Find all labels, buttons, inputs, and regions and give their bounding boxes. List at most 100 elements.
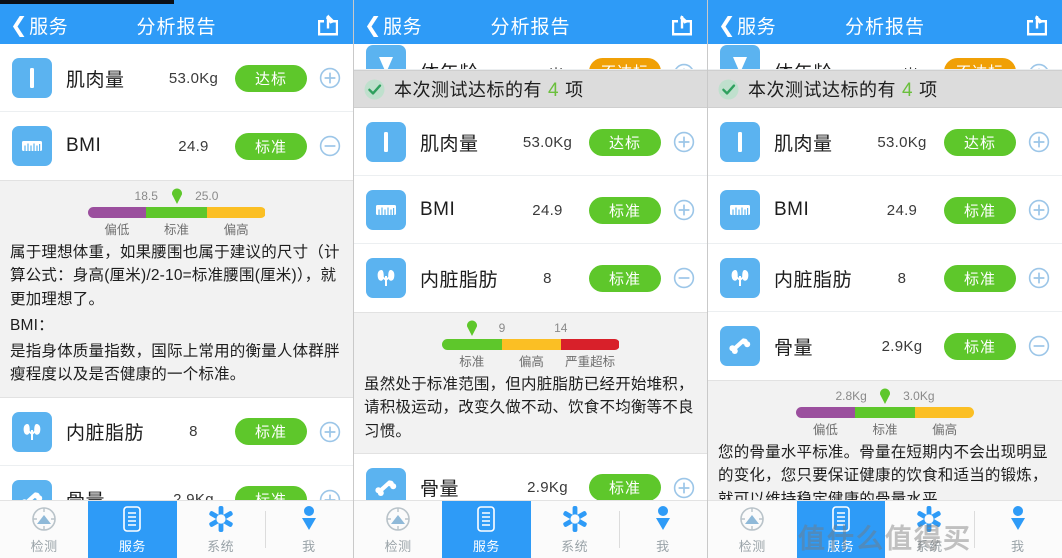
row-label: 肌肉量: [66, 69, 125, 91]
collapse-minus-button[interactable]: [1016, 335, 1050, 357]
row-label: 骨量: [774, 337, 814, 359]
tab-bar-1[interactable]: 检测 服务 系统 我: [0, 500, 353, 558]
summary-count: 4: [902, 80, 914, 101]
tab-system[interactable]: 系统: [885, 501, 974, 558]
status-badge: 标准: [589, 264, 661, 292]
collapse-minus-button[interactable]: [307, 135, 341, 157]
row-label: BMI: [774, 199, 810, 220]
tab-bar-3[interactable]: 检测 服务 系统 我: [708, 500, 1062, 558]
tab-system[interactable]: 系统: [177, 501, 265, 558]
row-muscle-3[interactable]: 肌肉量 53.0Kg 达标: [708, 108, 1062, 176]
row-label: 体年龄: [774, 58, 860, 70]
scale-labels: 偏低 标准 偏高: [796, 419, 974, 438]
report-list-2[interactable]: 体年龄 32岁 不达标 本次测试达标的有 4 项: [354, 44, 707, 558]
row-value: 24.9: [532, 201, 563, 219]
row-bone-3[interactable]: 骨量 2.9Kg 标准: [708, 312, 1062, 380]
muscle-icon: [366, 122, 406, 162]
row-bmi-2[interactable]: BMI 24.9 标准: [354, 176, 707, 244]
row-body-age-3[interactable]: 体年龄 32岁 不达标: [708, 44, 1062, 70]
gauge-icon: [31, 505, 57, 533]
plus-icon: [673, 477, 695, 498]
row-value: 32岁: [506, 64, 589, 70]
tab-label: 我: [656, 538, 670, 554]
tab-label: 系统: [207, 538, 235, 554]
expand-plus-button[interactable]: [307, 67, 341, 89]
tab-service[interactable]: 服务: [442, 501, 531, 558]
plus-icon: [319, 421, 341, 442]
tab-bar-2[interactable]: 检测 服务 系统 我: [354, 500, 707, 558]
tab-service[interactable]: 服务: [796, 501, 885, 558]
bmi-scale-icon: [720, 190, 760, 230]
nav-bar-1: ❮ 服务 分析报告: [0, 6, 353, 44]
gear-icon: [207, 505, 235, 533]
report-list-1[interactable]: 肌肉量 53.0Kg 达标 BMI 24.9 标准 18.5 25.0 偏低 标…: [0, 44, 353, 558]
expand-plus-button[interactable]: [661, 63, 695, 70]
row-visceral-1[interactable]: 内脏脂肪 8 标准: [0, 397, 353, 466]
row-muscle-2[interactable]: 肌肉量 53.0Kg 达标: [354, 108, 707, 176]
tab-detection[interactable]: 检测: [0, 501, 88, 558]
status-bar: [354, 0, 707, 6]
status-badge: 达标: [589, 128, 661, 156]
document-icon: [829, 505, 853, 533]
row-muscle-1[interactable]: 肌肉量 53.0Kg 达标: [0, 44, 353, 112]
row-visceral-3[interactable]: 内脏脂肪 8 标准: [708, 244, 1062, 312]
collapse-minus-button[interactable]: [661, 267, 695, 289]
scale-bar: [796, 407, 974, 418]
expand-plus-button[interactable]: [1016, 131, 1050, 153]
scale-tick: 14: [554, 321, 568, 335]
share-button-3[interactable]: [1022, 12, 1052, 38]
expand-plus-button[interactable]: [1016, 63, 1050, 70]
tab-detection[interactable]: 检测: [708, 501, 797, 558]
plus-icon: [1029, 63, 1049, 70]
summary-suffix: 项: [919, 80, 938, 100]
row-label: 骨量: [420, 479, 460, 501]
tab-detection[interactable]: 检测: [354, 501, 442, 558]
scale-tick: 9: [498, 321, 506, 335]
back-label: 服务: [737, 16, 777, 38]
range-scale-bmi: 18.5 25.0 偏低 标准 偏高: [87, 188, 266, 238]
expand-plus-button[interactable]: [661, 477, 695, 499]
tab-label: 检测: [30, 538, 58, 554]
row-body-age-2[interactable]: 体年龄 32岁 不达标: [354, 44, 707, 70]
tab-system[interactable]: 系统: [531, 501, 619, 558]
expand-plus-button[interactable]: [307, 421, 341, 443]
tab-service[interactable]: 服务: [88, 501, 177, 558]
row-visceral-2[interactable]: 内脏脂肪 8 标准: [354, 244, 707, 312]
tab-label: 服务: [827, 538, 855, 554]
kidneys-icon: [12, 411, 52, 452]
scale-label: 严重超标: [565, 355, 616, 369]
row-bmi-3[interactable]: BMI 24.9 标准: [708, 176, 1062, 244]
back-button-3[interactable]: ❮ 服务: [718, 12, 776, 39]
bmi-scale-icon: [366, 190, 406, 230]
back-button-2[interactable]: ❮ 服务: [364, 12, 422, 39]
row-value: 53.0Kg: [877, 133, 927, 151]
row-value: 53.0Kg: [168, 69, 219, 87]
scale-label: 标准: [459, 355, 485, 369]
gauge-icon: [739, 505, 765, 533]
share-button-1[interactable]: [313, 12, 343, 38]
scale-label: 偏低: [812, 423, 838, 437]
gauge-icon: [385, 505, 411, 533]
status-badge: 标准: [589, 474, 661, 502]
row-value: 32岁: [860, 64, 944, 70]
row-bmi-1[interactable]: BMI 24.9 标准: [0, 112, 353, 180]
back-button-1[interactable]: ❮ 服务: [10, 12, 68, 39]
tab-me[interactable]: 我: [264, 501, 353, 558]
expand-plus-button[interactable]: [661, 131, 695, 153]
row-value: 2.9Kg: [881, 337, 923, 355]
row-value: 53.0Kg: [522, 133, 573, 151]
expand-plus-button[interactable]: [1016, 267, 1050, 289]
tab-me[interactable]: 我: [618, 501, 707, 558]
document-icon: [120, 505, 144, 533]
share-button-2[interactable]: [667, 12, 697, 38]
scale-ticks: 18.5 25.0: [88, 188, 266, 207]
status-bar: [708, 0, 1062, 6]
expand-plus-button[interactable]: [1016, 199, 1050, 221]
share-icon: [672, 15, 692, 36]
tab-me[interactable]: 我: [973, 501, 1062, 558]
tab-label: 服务: [472, 538, 500, 554]
expand-plus-button[interactable]: [661, 199, 695, 221]
body-age-icon: [366, 45, 406, 70]
report-list-3[interactable]: 体年龄 32岁 不达标 本次测试达标的有 4 项: [708, 44, 1062, 558]
value-marker-icon: [171, 188, 182, 205]
